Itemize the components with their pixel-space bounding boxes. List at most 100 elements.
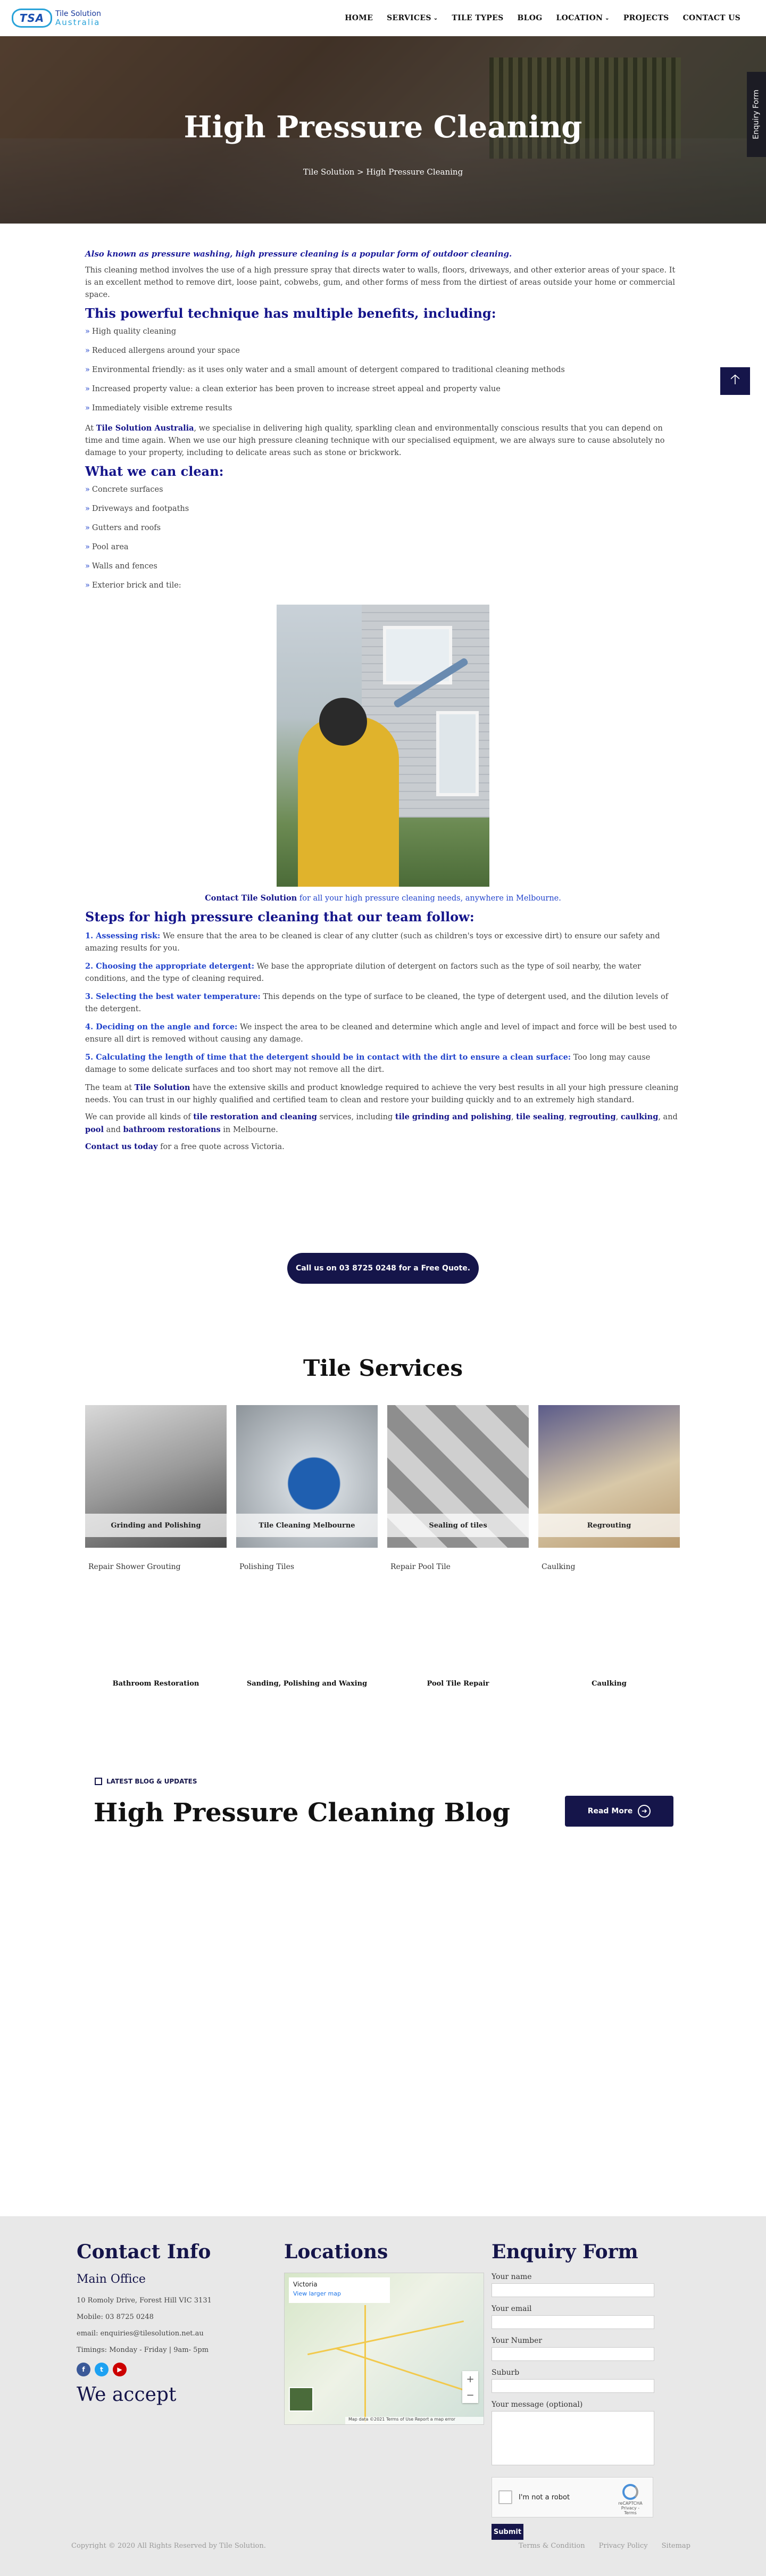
services-paragraph: We can provide all kinds of tile restora… [85,1112,678,1134]
square-icon [95,1778,102,1785]
intro-paragraph: This cleaning method involves the use of… [85,266,676,299]
service-card-cleaning[interactable]: Tile Cleaning Melbourne [236,1405,378,1548]
enquiry-form: Enquiry Form Your name Your email Your N… [492,2241,654,2540]
main-content: Also known as pressure washing, high pre… [85,248,681,1158]
service-link[interactable]: Repair Pool Tile [387,1563,529,1571]
nav-location[interactable]: LOCATION ⌄ [556,14,610,22]
pressure-cleaning-photo [277,605,489,887]
main-nav: HOME SERVICES ⌄ TILE TYPES BLOG LOCATION ⌄… [345,14,740,22]
service-card-grinding[interactable]: Grinding and Polishing [85,1405,227,1548]
recaptcha-checkbox[interactable] [498,2490,512,2504]
nav-contact-us[interactable]: CONTACT US [683,14,740,22]
service-link[interactable]: Sanding, Polishing and Waxing [236,1680,378,1688]
youtube-icon[interactable]: ▶ [113,2363,127,2376]
logo-mark: TSA [12,9,52,28]
site-footer: Contact Info Main Office 10 Romoly Drive… [0,2216,766,2576]
services-grid: Grinding and Polishing Tile Cleaning Mel… [85,1405,681,1548]
office-heading: Main Office [77,2273,146,2286]
service-link[interactable]: Bathroom Restoration [85,1680,227,1688]
address: 10 Romoly Drive, Forest Hill VIC 3131 [77,2297,212,2305]
call-quote-button[interactable]: Call us on 03 8725 0248 for a Free Quote… [287,1253,479,1284]
enquiry-form-tab[interactable]: Enquiry Form [747,72,766,157]
list-item: 5. Calculating the length of time that t… [85,1053,651,1074]
service-link[interactable]: Caulking [538,1680,680,1688]
service-card-regrouting[interactable]: Regrouting [538,1405,680,1548]
locations: Locations Victoria View larger map + − Ma… [284,2241,484,2425]
message-field[interactable] [492,2411,654,2465]
site-header: TSA Tile Solution Australia HOME SERVICE… [0,0,766,36]
recaptcha-icon: reCAPTCHA Privacy - Terms [614,2484,646,2515]
suburb-field[interactable] [492,2379,654,2393]
contact-us-link[interactable]: Contact us today [85,1142,158,1151]
logo-line2: Australia [55,18,101,27]
recaptcha: I'm not a robot reCAPTCHA Privacy - Terms [492,2477,653,2517]
zoom-in-icon: + [466,2373,474,2385]
submit-button[interactable]: Submit [492,2524,523,2540]
facebook-icon[interactable]: f [77,2363,90,2376]
hero-banner: High Pressure Cleaning Tile Solution > H… [0,36,766,224]
read-more-button[interactable]: Read More ➜ [565,1796,673,1827]
list-item: » Reduced allergens around your space [85,346,240,355]
sitemap-link[interactable]: Sitemap [662,2542,690,2550]
site-logo[interactable]: TSA Tile Solution Australia [12,9,101,28]
contact-info: Contact Info Main Office 10 Romoly Drive… [77,2241,212,2406]
list-item: » Walls and fences [85,562,157,571]
logo-line1: Tile Solution [55,10,101,18]
page-title: High Pressure Cleaning [184,110,582,145]
benefits-list: » High quality cleaning » Reduced allergen… [85,326,681,414]
arrow-up-icon: 🡡 [730,371,740,387]
list-item: » Pool area [85,543,129,551]
locations-heading: Locations [284,2241,388,2263]
email[interactable]: email: enquiries@tilesolution.net.au [77,2330,212,2338]
mobile[interactable]: Mobile: 03 8725 0248 [77,2313,212,2321]
blog-title: High Pressure Cleaning Blog [94,1798,510,1828]
list-item: » Environmental friendly: as it uses only… [85,366,565,374]
blog-tag: LATEST BLOG & UPDATES [95,1778,197,1785]
clean-list: » Concrete surfaces » Driveways and footpa… [85,484,681,591]
list-item: » Immediately visible extreme results [85,404,232,412]
list-item: » Gutters and roofs [85,524,161,532]
services-title: Tile Services [303,1355,463,1381]
nav-tile-types[interactable]: TILE TYPES [452,14,503,22]
benefits-heading: This powerful technique has multiple ben… [85,306,496,321]
breadcrumb[interactable]: Tile Solution > High Pressure Cleaning [0,167,766,177]
nav-blog[interactable]: BLOG [518,14,543,22]
list-item: 1. Assessing risk: We ensure that the ar… [85,931,660,953]
service-link[interactable]: Repair Shower Grouting [85,1563,227,1571]
back-to-top-button[interactable]: 🡡 [720,367,750,395]
number-field[interactable] [492,2347,654,2361]
view-larger-map-link[interactable]: View larger map [293,2290,386,2297]
clean-heading: What we can clean: [85,464,224,479]
list-item: 3. Selecting the best water temperature:… [85,992,669,1013]
service-card-sealing[interactable]: Sealing of tiles [387,1405,529,1548]
arrow-right-icon: ➜ [638,1805,651,1818]
map-zoom-controls[interactable]: + − [462,2371,478,2403]
timings: Timings: Monday - Friday | 9am- 5pm [77,2346,209,2354]
team-paragraph: The team at Tile Solution have the exten… [85,1083,679,1104]
twitter-icon[interactable]: t [95,2363,109,2376]
list-item: » High quality cleaning [85,327,177,336]
about-paragraph: At Tile Solution Australia, we specialis… [85,424,665,457]
list-item: 4. Deciding on the angle and force: We i… [85,1022,677,1044]
list-item: 2. Choosing the appropriate detergent: W… [85,962,641,983]
map-card: Victoria View larger map [289,2277,390,2303]
service-link[interactable]: Polishing Tiles [236,1563,378,1571]
services-subrow-2: Bathroom Restoration Sanding, Polishing … [85,1680,681,1688]
zoom-out-icon: − [466,2389,474,2401]
terms-link[interactable]: Terms & Condition [519,2542,585,2550]
location-map[interactable]: Victoria View larger map + − Map data ©20… [284,2273,484,2425]
service-link[interactable]: Caulking [538,1563,680,1571]
list-item: » Driveways and footpaths [85,505,189,513]
email-field[interactable] [492,2315,654,2329]
contact-heading: Contact Info [77,2241,211,2263]
nav-projects[interactable]: PROJECTS [623,14,669,22]
map-satellite-toggle[interactable] [289,2387,313,2412]
nav-home[interactable]: HOME [345,14,373,22]
nav-services[interactable]: SERVICES ⌄ [387,14,438,22]
copyright: Copyright © 2020 All Rights Reserved by … [71,2542,266,2550]
contact-link[interactable]: Contact Tile Solution [205,894,297,903]
service-link[interactable]: Pool Tile Repair [387,1680,529,1688]
enquiry-heading: Enquiry Form [492,2241,638,2263]
privacy-link[interactable]: Privacy Policy [599,2542,648,2550]
name-field[interactable] [492,2283,654,2297]
